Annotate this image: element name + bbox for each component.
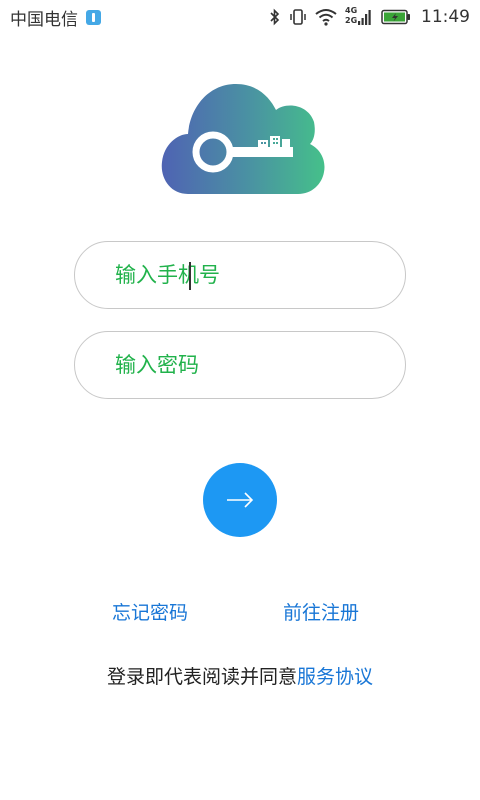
carrier-name: 中国电信 (10, 9, 78, 30)
text-cursor (189, 262, 191, 290)
status-bar: 中国电信 4G 2G 11:49 (0, 0, 480, 34)
signal-icon: 4G 2G (345, 6, 373, 27)
phone-field[interactable] (74, 241, 406, 309)
cloud-icon (161, 84, 325, 194)
usb-icon (86, 9, 101, 25)
service-agreement-link[interactable]: 服务协议 (297, 666, 373, 688)
password-field[interactable] (74, 331, 406, 399)
arrow-right-icon (227, 492, 254, 508)
agreement-text: 登录即代表阅读并同意服务协议 (0, 662, 480, 689)
clock: 11:49 (421, 7, 470, 27)
login-screen: 中国电信 4G 2G 11:49 输入手机号 忘记密码 前往注册 登录即代表阅读… (0, 0, 480, 800)
app-logo (158, 78, 326, 196)
vibrate-icon (289, 8, 307, 26)
login-submit-button[interactable] (203, 463, 277, 537)
register-link[interactable]: 前往注册 (283, 598, 359, 625)
phone-input[interactable] (115, 263, 375, 287)
battery-icon (381, 9, 411, 25)
wifi-icon (315, 8, 337, 26)
status-left: 中国电信 (10, 5, 101, 30)
bluetooth-icon (269, 8, 281, 26)
password-input[interactable] (115, 353, 375, 377)
forgot-password-link[interactable]: 忘记密码 (112, 598, 188, 625)
status-right: 4G 2G 11:49 (269, 6, 470, 27)
network-type-top: 4G (345, 6, 358, 15)
network-type-bottom: 2G (345, 16, 358, 25)
agreement-prefix: 登录即代表阅读并同意 (106, 666, 297, 688)
